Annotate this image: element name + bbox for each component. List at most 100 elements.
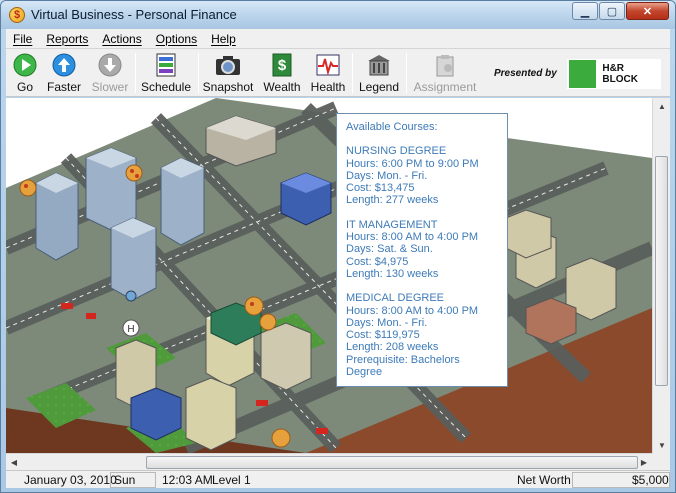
- schedule-button[interactable]: Schedule: [140, 52, 192, 96]
- health-label: Health: [310, 80, 346, 94]
- course-hours: Hours: 8:00 AM to 4:00 PM: [346, 304, 479, 317]
- wealth-label: Wealth: [263, 80, 301, 94]
- faster-icon: [51, 52, 77, 78]
- status-day: Sun: [114, 473, 136, 487]
- menu-reports[interactable]: Reports: [39, 32, 95, 46]
- faster-label: Faster: [46, 80, 81, 94]
- scroll-down-icon[interactable]: ▼: [654, 437, 670, 453]
- building[interactable]: [260, 322, 312, 391]
- pizza-icon[interactable]: [19, 179, 37, 197]
- svg-text:$: $: [278, 57, 287, 74]
- pizza-icon[interactable]: [125, 164, 143, 182]
- sponsor-name: H&R BLOCK: [602, 63, 638, 85]
- course-name: MEDICAL DEGREE: [346, 292, 445, 305]
- course-days: Days: Mon. - Fri.: [346, 316, 428, 329]
- scroll-up-icon[interactable]: ▲: [654, 98, 670, 114]
- course-prerequisite: Prerequisite: Bachelors Degree: [346, 353, 460, 379]
- snapshot-label: Snapshot: [202, 80, 254, 94]
- camera-icon: [215, 52, 241, 78]
- menu-actions[interactable]: Actions: [95, 32, 148, 46]
- skyscraper[interactable]: [85, 147, 137, 231]
- map-pin-icon[interactable]: [125, 290, 137, 302]
- course-days: Days: Sat. & Sun.: [346, 243, 433, 256]
- scroll-left-icon[interactable]: ◀: [6, 454, 22, 470]
- slower-label: Slower: [91, 80, 129, 94]
- legend-label: Legend: [358, 80, 400, 94]
- course-name: IT MANAGEMENT: [346, 218, 438, 231]
- vertical-scroll-thumb[interactable]: [655, 156, 668, 386]
- snapshot-button[interactable]: Snapshot: [202, 52, 254, 96]
- building[interactable]: [505, 209, 552, 259]
- heart-monitor-icon: [315, 52, 341, 78]
- legend-button[interactable]: Legend: [358, 52, 400, 96]
- net-worth-value: $5,000: [632, 473, 669, 487]
- assignment-button[interactable]: Assignment: [413, 52, 477, 96]
- slower-icon: [97, 52, 123, 78]
- skyscraper[interactable]: [110, 217, 157, 301]
- pizza-icon[interactable]: [271, 428, 291, 448]
- hospital-sign-icon[interactable]: H: [122, 319, 140, 337]
- maximize-icon: ▢: [606, 5, 618, 18]
- assignment-icon: [432, 52, 458, 78]
- status-level: Level 1: [212, 473, 251, 487]
- menu-options[interactable]: Options: [149, 32, 204, 46]
- available-courses-tooltip: Available Courses: NURSING DEGREE Hours:…: [336, 113, 508, 387]
- horizontal-scroll-thumb[interactable]: [146, 456, 638, 469]
- course-cost: Cost: $4,975: [346, 255, 409, 268]
- city-map-viewport[interactable]: H: [6, 98, 652, 453]
- play-icon: [12, 52, 38, 78]
- sponsor-green-square: [569, 60, 597, 88]
- course-name: NURSING DEGREE: [346, 145, 447, 158]
- minimize-icon: ▁: [580, 5, 590, 18]
- status-time: 12:03 AM: [162, 473, 213, 487]
- maximize-button[interactable]: ▢: [599, 2, 625, 20]
- vertical-scrollbar[interactable]: ▲ ▼: [652, 98, 670, 453]
- app-window: $ Virtual Business - Personal Finance ▁ …: [0, 0, 676, 493]
- health-button[interactable]: Health: [309, 52, 347, 96]
- menu-help[interactable]: Help: [204, 32, 243, 46]
- title-bar[interactable]: $ Virtual Business - Personal Finance ▁ …: [1, 1, 675, 29]
- pizza-icon[interactable]: [259, 313, 277, 331]
- close-button[interactable]: ✕: [626, 2, 669, 20]
- scroll-right-icon[interactable]: ▶: [636, 454, 652, 470]
- faster-button[interactable]: Faster: [44, 52, 84, 96]
- wealth-button[interactable]: $ Wealth: [261, 52, 303, 96]
- go-button[interactable]: Go: [10, 52, 40, 96]
- legend-building-icon: [366, 52, 392, 78]
- course-length: Length: 277 weeks: [346, 194, 439, 207]
- course-length: Length: 208 weeks: [346, 341, 439, 354]
- skyscraper[interactable]: [35, 172, 79, 261]
- menu-bar: File Reports Actions Options Help: [6, 29, 670, 49]
- schedule-icon: [153, 52, 179, 78]
- close-icon: ✕: [642, 5, 653, 18]
- scroll-corner: [652, 453, 670, 470]
- schedule-label: Schedule: [140, 80, 192, 94]
- sponsor-logo: H&R BLOCK: [567, 59, 661, 89]
- status-bar: January 03, 2010 Sun 12:03 AM Level 1 Ne…: [6, 470, 670, 488]
- app-dollar-icon[interactable]: $: [9, 7, 25, 23]
- svg-text:H: H: [127, 324, 134, 335]
- course-cost: Cost: $119,975: [346, 329, 420, 342]
- course-hours: Hours: 6:00 PM to 9:00 PM: [346, 157, 479, 170]
- presented-by-label: Presented by: [494, 68, 557, 79]
- course-cost: Cost: $13,475: [346, 182, 415, 195]
- minimize-button[interactable]: ▁: [572, 2, 598, 20]
- tooltip-heading: Available Courses:: [346, 121, 438, 133]
- net-worth-label: Net Worth: [517, 473, 571, 487]
- building[interactable]: [185, 377, 237, 451]
- assignment-label: Assignment: [413, 80, 477, 94]
- menu-file[interactable]: File: [6, 32, 39, 46]
- course-length: Length: 130 weeks: [346, 267, 439, 280]
- slower-button[interactable]: Slower: [90, 52, 130, 96]
- city-map[interactable]: H: [6, 98, 652, 453]
- window-title: Virtual Business - Personal Finance: [31, 7, 237, 22]
- pizza-icon[interactable]: [244, 296, 264, 316]
- status-date: January 03, 2010: [24, 473, 117, 487]
- skyscraper[interactable]: [160, 157, 205, 246]
- go-label: Go: [16, 80, 33, 94]
- course-days: Days: Mon. - Fri.: [346, 169, 428, 182]
- toolbar: Go Faster Slower Schedule Snapshot $ Wea…: [6, 49, 670, 97]
- horizontal-scrollbar[interactable]: ◀ ▶: [6, 453, 652, 470]
- course-hours: Hours: 8:00 AM to 4:00 PM: [346, 231, 479, 244]
- dollar-document-icon: $: [269, 52, 295, 78]
